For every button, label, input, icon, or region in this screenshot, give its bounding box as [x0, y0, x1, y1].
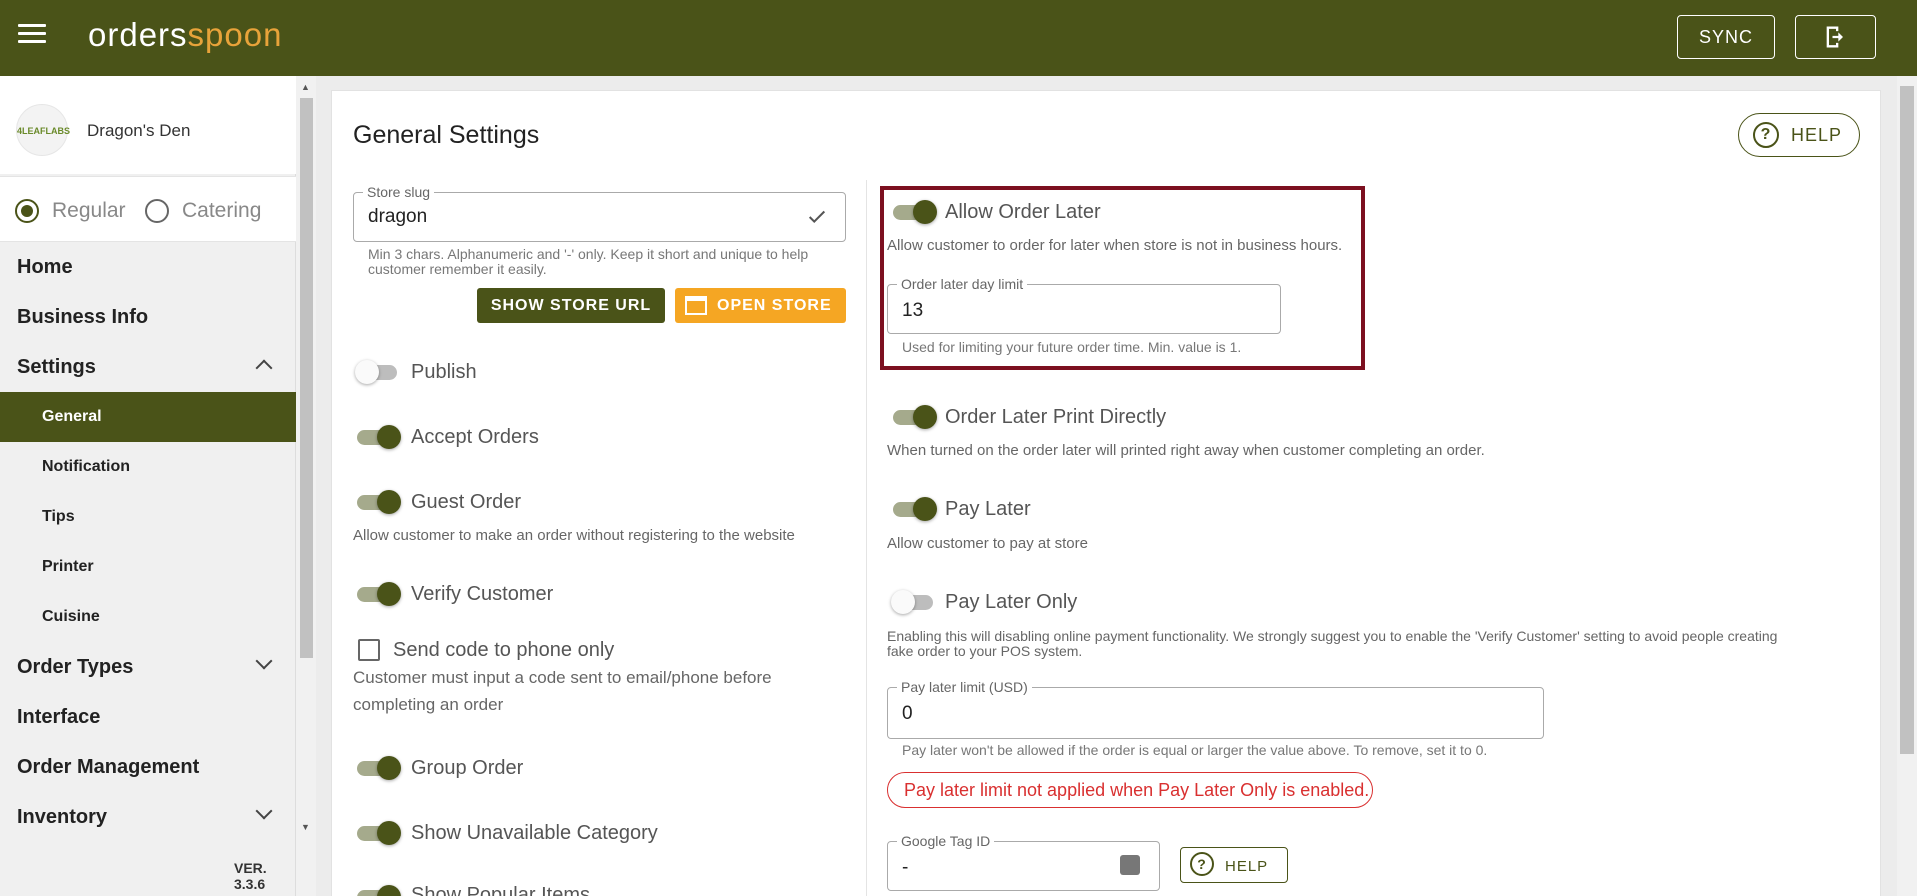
pay-later-only-label: Pay Later Only — [945, 591, 1078, 613]
send-code-checkbox[interactable] — [358, 639, 380, 661]
pay-later-error-message: Pay later limit not applied when Pay Lat… — [887, 772, 1373, 808]
publish-label: Publish — [411, 361, 477, 383]
password-manager-icon[interactable] — [1120, 855, 1140, 875]
mode-selector: Regular Catering — [0, 176, 296, 242]
sidebar-item-home[interactable]: Home — [0, 242, 296, 292]
order-later-limit-helper: Used for limiting your future order time… — [902, 339, 1242, 355]
accept-orders-toggle[interactable] — [355, 424, 401, 450]
check-icon — [808, 210, 826, 224]
radio-regular[interactable] — [15, 199, 39, 223]
publish-toggle[interactable] — [355, 359, 399, 385]
sidebar-item-business-info[interactable]: Business Info — [0, 292, 296, 342]
page-scrollbar-thumb[interactable] — [1900, 86, 1914, 754]
pay-later-limit-helper: Pay later won't be allowed if the order … — [902, 742, 1488, 758]
radio-regular-label[interactable]: Regular — [52, 199, 126, 223]
pay-later-label: Pay Later — [945, 498, 1031, 520]
allow-order-later-toggle[interactable] — [891, 199, 937, 225]
sidebar-item-order-management[interactable]: Order Management — [0, 742, 296, 792]
sidebar-item-general[interactable]: General — [0, 392, 296, 442]
guest-order-toggle[interactable] — [355, 489, 401, 515]
group-order-label: Group Order — [411, 757, 524, 779]
radio-catering[interactable] — [145, 199, 169, 223]
google-tag-value: - — [902, 857, 909, 878]
page-title: General Settings — [353, 121, 540, 149]
column-divider — [866, 180, 867, 896]
google-tag-help-button[interactable]: ? HELP — [1180, 847, 1288, 883]
chevron-down-icon — [255, 652, 273, 670]
guest-order-desc: Allow customer to make an order without … — [353, 527, 795, 544]
help-button[interactable]: ? HELP — [1738, 113, 1860, 157]
sidebar-item-tips[interactable]: Tips — [0, 492, 296, 542]
store-slug-value: dragon — [368, 206, 428, 227]
pay-later-only-desc-2: fake order to your POS system. — [887, 643, 1083, 659]
show-unavailable-label: Show Unavailable Category — [411, 822, 658, 844]
send-code-desc-2: completing an order — [353, 695, 504, 714]
store-slug-helper: Min 3 chars. Alphanumeric and '-' only. … — [368, 246, 809, 277]
show-popular-toggle[interactable] — [355, 884, 401, 896]
order-later-limit-value: 13 — [902, 300, 924, 321]
pay-later-toggle[interactable] — [891, 496, 937, 522]
sidebar-item-inventory[interactable]: Inventory — [0, 792, 296, 842]
sidebar-item-order-types[interactable]: Order Types — [0, 642, 296, 692]
scroll-up-icon[interactable]: ▲ — [301, 82, 310, 92]
store-logo: 4LEAFLABS — [16, 104, 70, 156]
help-circle-icon: ? — [1753, 122, 1779, 148]
logout-button[interactable] — [1795, 15, 1876, 59]
pay-later-limit-value: 0 — [902, 703, 913, 724]
menu-icon[interactable] — [18, 24, 46, 48]
sidebar: 4LEAFLABS Dragon's Den Regular Catering … — [0, 76, 296, 896]
sidebar-item-cuisine[interactable]: Cuisine — [0, 592, 296, 642]
sidebar-item-inventory-label: Inventory — [17, 806, 108, 828]
store-slug-field[interactable]: Store slug dragon — [353, 184, 846, 242]
sidebar-item-printer[interactable]: Printer — [0, 542, 296, 592]
pay-later-only-desc-1: Enabling this will disabling online paym… — [887, 628, 1778, 644]
send-code-label[interactable]: Send code to phone only — [393, 639, 614, 662]
open-store-button[interactable]: OPEN STORE — [675, 288, 846, 323]
verify-customer-toggle[interactable] — [355, 581, 401, 607]
chevron-down-icon — [255, 802, 273, 820]
allow-order-later-desc: Allow customer to order for later when s… — [887, 237, 1343, 254]
pay-later-only-toggle[interactable] — [891, 589, 935, 615]
store-icon — [685, 296, 707, 315]
chevron-up-icon — [255, 359, 273, 377]
version-label: VER. 3.3.6 — [234, 860, 267, 892]
order-later-print-desc: When turned on the order later will prin… — [887, 442, 1485, 459]
sync-button[interactable]: SYNC — [1677, 15, 1775, 59]
logout-icon — [1826, 26, 1843, 47]
store-header[interactable]: 4LEAFLABS Dragon's Den — [0, 76, 296, 174]
sidebar-item-notification[interactable]: Notification — [0, 442, 296, 492]
sidebar-item-settings[interactable]: Settings — [0, 342, 296, 392]
sidebar-item-interface[interactable]: Interface — [0, 692, 296, 742]
store-name: Dragon's Den — [87, 121, 191, 140]
sidebar-item-settings-label: Settings — [17, 356, 96, 378]
pay-later-limit-field[interactable]: Pay later limit (USD) 0 — [887, 679, 1544, 739]
sidebar-scrollbar-thumb[interactable] — [300, 98, 313, 658]
order-later-limit-field[interactable]: Order later day limit 13 — [887, 276, 1281, 334]
send-code-desc-1: Customer must input a code sent to email… — [353, 668, 772, 687]
radio-catering-label[interactable]: Catering — [182, 199, 261, 223]
guest-order-label: Guest Order — [411, 491, 522, 513]
pay-later-desc: Allow customer to pay at store — [887, 535, 1088, 552]
scroll-down-icon[interactable]: ▼ — [301, 822, 310, 832]
allow-order-later-label: Allow Order Later — [945, 201, 1101, 223]
group-order-toggle[interactable] — [355, 755, 401, 781]
show-popular-label: Show Popular Items — [411, 884, 590, 896]
show-store-url-button[interactable]: SHOW STORE URL — [477, 288, 665, 323]
top-bar: ordersspoon SYNC — [0, 0, 1917, 76]
verify-customer-label: Verify Customer — [411, 583, 554, 605]
order-later-print-toggle[interactable] — [891, 404, 937, 430]
sidebar-item-order-types-label: Order Types — [17, 656, 134, 678]
app-logo: ordersspoon — [88, 16, 283, 53]
help-circle-icon: ? — [1190, 852, 1214, 876]
show-unavailable-toggle[interactable] — [355, 820, 401, 846]
accept-orders-label: Accept Orders — [411, 426, 539, 448]
order-later-print-label: Order Later Print Directly — [945, 406, 1167, 428]
